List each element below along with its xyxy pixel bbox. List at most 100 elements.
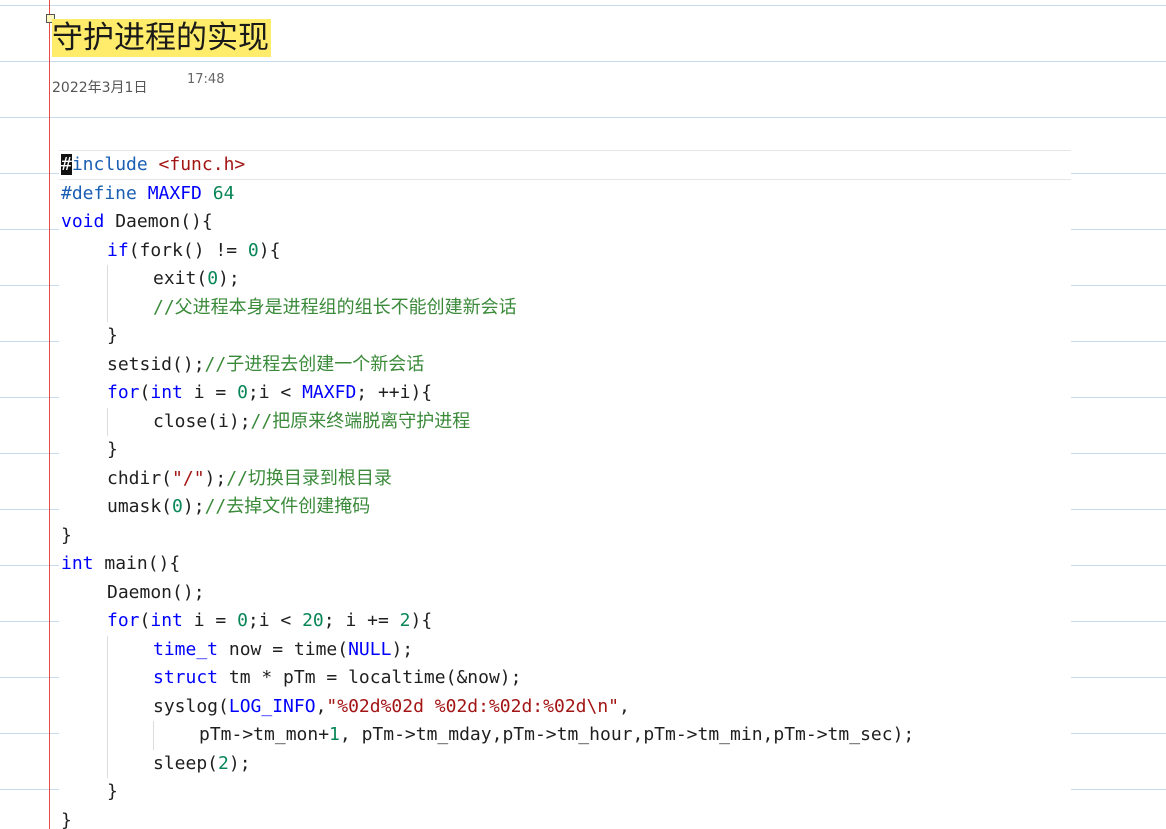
code-token: time_t xyxy=(153,638,219,660)
code-block[interactable]: #include <func.h> #define MAXFD 64 void Da… xyxy=(59,150,1071,829)
code-token: 64 xyxy=(212,182,235,204)
code-token: (fork() != xyxy=(128,239,248,261)
code-token: struct xyxy=(153,667,219,688)
code-line[interactable]: chdir("/");//切换目录到根目录 xyxy=(59,465,1071,494)
code-token: exit( xyxy=(153,268,208,289)
code-token: now = time( xyxy=(218,638,349,660)
code-token: int xyxy=(61,553,94,574)
code-line[interactable]: #include <func.h> xyxy=(59,151,1071,180)
page-time: 17:48 xyxy=(187,72,225,87)
code-token: NULL xyxy=(348,638,392,660)
code-token: ;i < xyxy=(247,382,303,403)
code-token: ( xyxy=(139,382,151,403)
indent-guide xyxy=(107,265,108,294)
code-token: int xyxy=(150,610,183,631)
code-token: } xyxy=(61,524,72,546)
code-token: pTm->tm_mon+ xyxy=(199,724,330,745)
code-token: ); xyxy=(182,496,205,517)
code-token: ;i < xyxy=(247,610,303,631)
code-line[interactable]: #define MAXFD 64 xyxy=(59,180,1071,209)
indent-guide xyxy=(107,635,108,664)
code-token: for xyxy=(107,610,140,631)
code-line[interactable]: } xyxy=(59,807,1071,829)
code-token: //切换目录到根目录 xyxy=(226,467,392,489)
code-token: 0 xyxy=(207,268,219,289)
indent-guide xyxy=(107,692,108,721)
code-token: #define xyxy=(61,182,148,204)
code-token: 1 xyxy=(329,724,340,745)
code-line[interactable]: for(int i = 0;i < MAXFD; ++i){ xyxy=(59,379,1071,408)
code-token: , xyxy=(619,695,630,717)
code-token: //父进程本身是进程组的组长不能创建新会话 xyxy=(153,296,517,318)
code-token: //去掉文件创建掩码 xyxy=(204,496,371,517)
code-line[interactable]: //父进程本身是进程组的组长不能创建新会话 xyxy=(59,293,1071,322)
code-token: syslog( xyxy=(153,695,229,717)
indent-guide xyxy=(153,721,154,750)
code-token: "%02d%02d %02d:%02d:%02d\n" xyxy=(326,695,620,717)
code-token: } xyxy=(61,809,72,829)
code-token: Daemon(); xyxy=(107,581,205,603)
code-line[interactable]: } xyxy=(59,322,1071,351)
code-token: i = xyxy=(182,610,238,631)
code-line[interactable]: Daemon(); xyxy=(59,579,1071,608)
code-line[interactable]: int main(){ xyxy=(59,550,1071,579)
code-token: i = xyxy=(182,382,238,403)
code-token: 0 xyxy=(247,239,259,261)
code-line[interactable]: pTm->tm_mon+1, pTm->tm_mday,pTm->tm_hour… xyxy=(59,721,1071,750)
code-token: int xyxy=(150,382,183,403)
code-token: if xyxy=(107,239,129,261)
code-line[interactable]: for(int i = 0;i < 20; i += 2){ xyxy=(59,607,1071,636)
code-token: ); xyxy=(218,268,240,289)
indent-guide xyxy=(107,293,108,322)
code-line[interactable]: exit(0); xyxy=(59,265,1071,294)
code-token: //把原来终端脱离守护进程 xyxy=(250,410,471,432)
code-token: 0 xyxy=(172,496,183,517)
code-token: LOG_INFO xyxy=(228,695,316,717)
code-token: MAXFD xyxy=(302,382,357,403)
code-token: ; i += xyxy=(323,610,400,631)
code-token: 2 xyxy=(399,610,411,631)
code-token: "/" xyxy=(172,467,205,489)
code-line[interactable]: void Daemon(){ xyxy=(59,208,1071,237)
code-token: ); xyxy=(204,467,227,489)
code-line[interactable]: setsid();//子进程去创建一个新会话 xyxy=(59,351,1071,380)
page-title[interactable]: 守护进程的实现 xyxy=(52,19,271,57)
code-token: Daemon(){ xyxy=(104,211,213,232)
indent-guide xyxy=(107,664,108,693)
code-token: 2 xyxy=(218,752,229,774)
margin-line xyxy=(49,0,50,829)
code-token: void xyxy=(61,211,105,232)
code-token: sleep( xyxy=(153,752,219,774)
code-line[interactable]: sleep(2); xyxy=(59,749,1071,778)
code-token: //子进程去创建一个新会话 xyxy=(204,353,425,375)
code-line[interactable]: if(fork() != 0){ xyxy=(59,237,1071,266)
code-line[interactable]: } xyxy=(59,522,1071,551)
indent-guide xyxy=(107,407,108,436)
code-line[interactable]: syslog(LOG_INFO,"%02d%02d %02d:%02d:%02d… xyxy=(59,692,1071,721)
code-token: ); xyxy=(228,752,251,774)
code-token: include xyxy=(71,154,159,175)
code-token: , xyxy=(315,695,327,717)
code-line[interactable]: } xyxy=(59,436,1071,465)
code-token: <func.h> xyxy=(158,154,246,175)
code-token: ){ xyxy=(410,610,433,631)
notebook-page[interactable]: 守护进程的实现 2022年3月1日 17:48 #include <func.h… xyxy=(0,0,1166,829)
code-line[interactable]: time_t now = time(NULL); xyxy=(59,635,1071,664)
code-token: MAXFD xyxy=(147,182,213,204)
code-line[interactable]: umask(0);//去掉文件创建掩码 xyxy=(59,493,1071,522)
indent-guide xyxy=(107,749,108,778)
indent-guide xyxy=(107,721,108,750)
code-token: ( xyxy=(139,610,151,631)
code-line[interactable]: } xyxy=(59,778,1071,807)
text-cursor: # xyxy=(61,154,72,175)
code-line[interactable]: struct tm * pTm = localtime(&now); xyxy=(59,664,1071,693)
code-token: , pTm->tm_mday,pTm->tm_hour,pTm->tm_min,… xyxy=(339,724,915,745)
code-token: close(i); xyxy=(153,410,251,432)
code-token: setsid(); xyxy=(107,353,205,375)
code-line[interactable]: close(i);//把原来终端脱离守护进程 xyxy=(59,407,1071,436)
code-token: ); xyxy=(391,638,414,660)
code-token: } xyxy=(107,781,118,802)
page-date: 2022年3月1日 xyxy=(52,80,148,96)
code-token: umask( xyxy=(107,496,173,517)
code-token: } xyxy=(107,439,118,460)
